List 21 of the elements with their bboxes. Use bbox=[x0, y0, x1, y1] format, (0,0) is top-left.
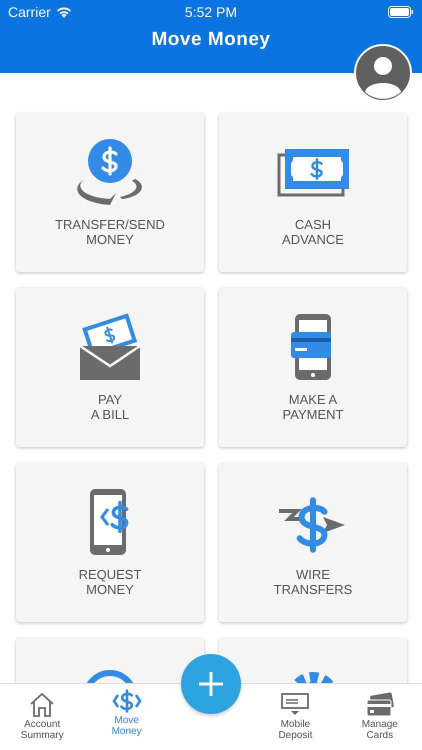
add-button[interactable] bbox=[181, 654, 241, 714]
page-title: Move Money bbox=[150, 29, 272, 51]
action-card[interactable]: MAKE A PAYMENT bbox=[219, 288, 407, 447]
wifi-icon bbox=[56, 6, 72, 18]
tab-item[interactable]: Account Summary bbox=[0, 684, 84, 741]
check-deposit-icon bbox=[280, 692, 310, 718]
action-card[interactable]: CASH ADVANCE bbox=[219, 113, 407, 272]
carrier-label: Carrier bbox=[8, 4, 51, 20]
action-card[interactable]: TRANSFER/SEND MONEY bbox=[16, 113, 204, 272]
tab-item[interactable]: Mobile Deposit bbox=[253, 684, 338, 741]
credit-card-icon bbox=[364, 692, 395, 718]
tab-item[interactable]: Move Money bbox=[84, 684, 169, 737]
action-card[interactable]: REQUEST MONEY bbox=[16, 463, 204, 622]
dollar-arrows-icon bbox=[112, 688, 142, 714]
tab-item[interactable]: Manage Cards bbox=[338, 684, 422, 741]
avatar-icon[interactable] bbox=[354, 44, 412, 102]
battery-icon bbox=[388, 6, 414, 18]
status-time: 5:52 PM bbox=[184, 4, 238, 20]
action-card[interactable]: WIRE TRANSFERS bbox=[219, 463, 407, 622]
action-card[interactable]: PAY A BILL bbox=[16, 288, 204, 447]
plus-icon bbox=[198, 671, 224, 697]
